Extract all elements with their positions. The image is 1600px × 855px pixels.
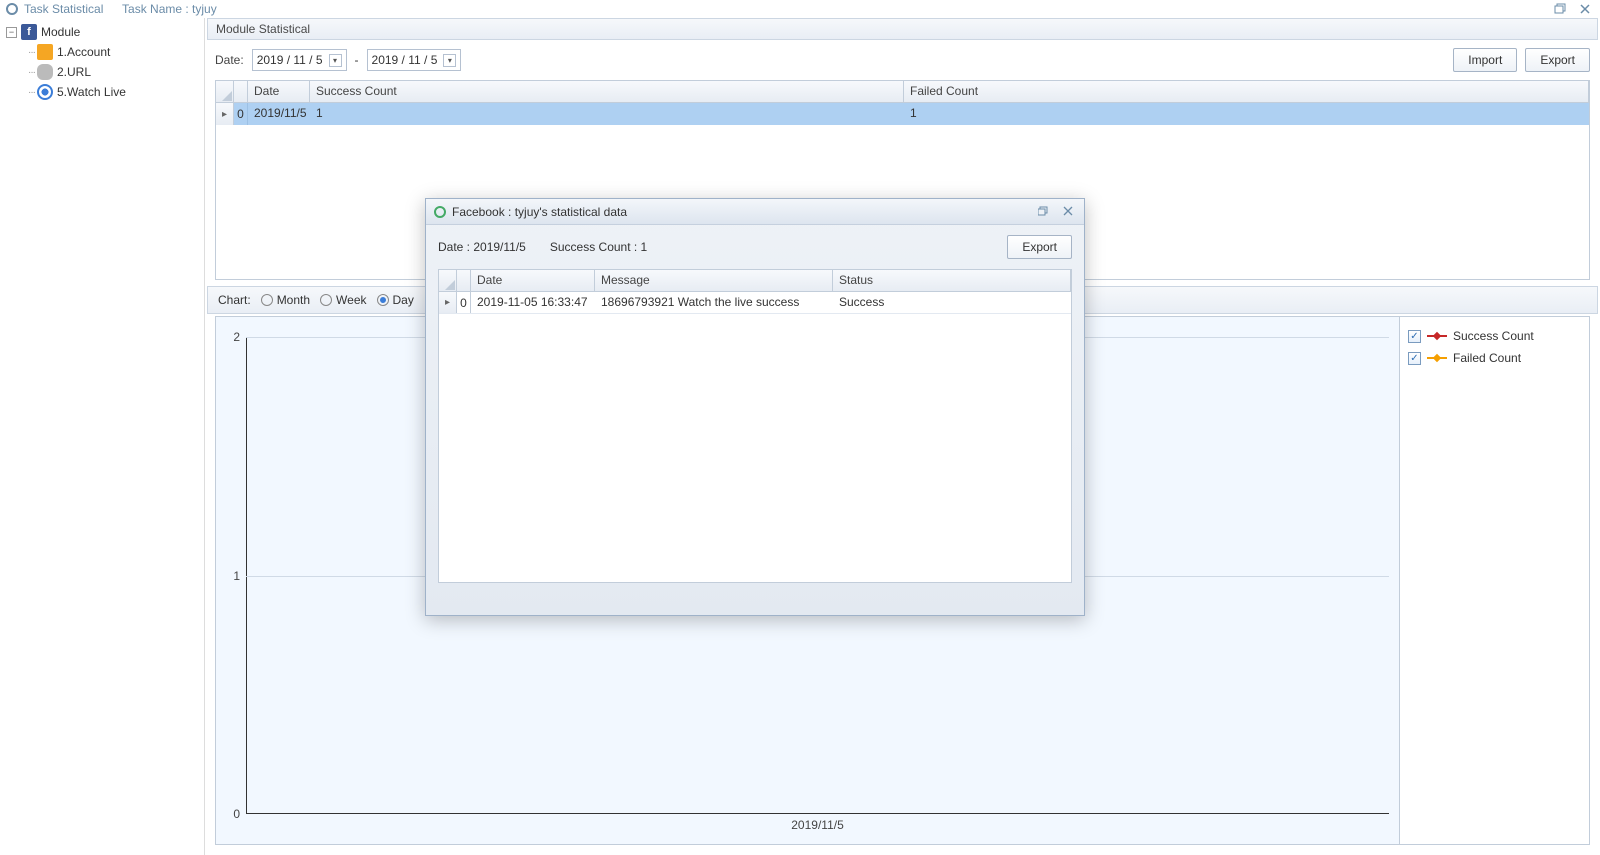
row-indicator-icon: ▸ bbox=[216, 103, 234, 125]
date-to-picker[interactable]: 2019 / 11 / 5 ▾ bbox=[367, 49, 462, 71]
legend-item-failed[interactable]: ✓ Failed Count bbox=[1408, 347, 1581, 369]
col-message[interactable]: Message bbox=[595, 270, 833, 291]
cell-date: 2019-11-05 16:33:47 bbox=[471, 292, 595, 313]
task-name-label: Task Name : tyjuy bbox=[122, 2, 217, 16]
chart-legend: ✓ Success Count ✓ Failed Count bbox=[1399, 317, 1589, 844]
table-row[interactable]: ▸ 0 2019-11-05 16:33:47 18696793921 Watc… bbox=[439, 292, 1071, 314]
link-icon bbox=[37, 64, 53, 80]
cell-success: 1 bbox=[310, 103, 904, 125]
account-icon bbox=[37, 44, 53, 60]
live-icon bbox=[37, 84, 53, 100]
cell-date: 2019/11/5 bbox=[248, 103, 310, 125]
dialog-title: Facebook : tyjuy's statistical data bbox=[452, 205, 627, 219]
checkbox-icon[interactable]: ✓ bbox=[1408, 330, 1421, 343]
x-axis bbox=[246, 813, 1389, 814]
row-index: 0 bbox=[457, 292, 471, 313]
dropdown-icon[interactable]: ▾ bbox=[443, 54, 456, 67]
y-tick: 0 bbox=[233, 807, 240, 821]
tree-collapse-icon[interactable]: − bbox=[6, 27, 17, 38]
facebook-icon: f bbox=[21, 24, 37, 40]
detail-grid[interactable]: Date Message Status ▸ 0 2019-11-05 16:33… bbox=[438, 269, 1072, 583]
dialog-info-bar: Date : 2019/11/5 Success Count : 1 Expor… bbox=[426, 225, 1084, 269]
y-tick: 1 bbox=[233, 569, 240, 583]
col-failed[interactable]: Failed Count bbox=[904, 81, 1589, 102]
detail-dialog[interactable]: Facebook : tyjuy's statistical data Date… bbox=[425, 198, 1085, 616]
date-from-value: 2019 / 11 / 5 bbox=[257, 53, 323, 67]
dialog-date: Date : 2019/11/5 bbox=[438, 240, 526, 254]
series-marker-icon bbox=[1427, 357, 1447, 359]
grid-rownum-header bbox=[457, 270, 471, 291]
date-to-value: 2019 / 11 / 5 bbox=[372, 53, 438, 67]
dropdown-icon[interactable]: ▾ bbox=[329, 54, 342, 67]
tree-item-label: 5.Watch Live bbox=[57, 85, 126, 99]
tree-item-url[interactable]: ··· 2.URL bbox=[0, 62, 204, 82]
row-indicator-icon: ▸ bbox=[439, 292, 457, 313]
col-status[interactable]: Status bbox=[833, 270, 1071, 291]
grid-header: Date Success Count Failed Count bbox=[216, 81, 1589, 103]
grid-rownum-header bbox=[234, 81, 248, 102]
app-icon bbox=[6, 3, 18, 15]
dialog-close-icon[interactable] bbox=[1060, 205, 1076, 219]
radio-month[interactable]: Month bbox=[261, 293, 310, 307]
grid-corner bbox=[439, 270, 457, 291]
radio-week[interactable]: Week bbox=[320, 293, 366, 307]
row-index: 0 bbox=[234, 103, 248, 125]
tree-branch-icon: ··· bbox=[28, 87, 35, 98]
checkbox-icon[interactable]: ✓ bbox=[1408, 352, 1421, 365]
table-row[interactable]: ▸ 0 2019/11/5 1 1 bbox=[216, 103, 1589, 125]
x-tick: 2019/11/5 bbox=[791, 818, 844, 832]
legend-label: Success Count bbox=[1453, 329, 1534, 343]
dialog-export-button[interactable]: Export bbox=[1007, 235, 1072, 259]
tree-item-label: 2.URL bbox=[57, 65, 91, 79]
tree-item-watch-live[interactable]: ··· 5.Watch Live bbox=[0, 82, 204, 102]
dialog-titlebar[interactable]: Facebook : tyjuy's statistical data bbox=[426, 199, 1084, 225]
app-title: Task Statistical bbox=[24, 2, 103, 16]
tree-root-label: Module bbox=[41, 25, 80, 39]
legend-label: Failed Count bbox=[1453, 351, 1521, 365]
grid-header: Date Message Status bbox=[439, 270, 1071, 292]
tree-branch-icon: ··· bbox=[28, 47, 35, 58]
import-button[interactable]: Import bbox=[1453, 48, 1517, 72]
col-date[interactable]: Date bbox=[471, 270, 595, 291]
window-close-icon[interactable] bbox=[1576, 2, 1594, 16]
grid-corner bbox=[216, 81, 234, 102]
dialog-success-count: Success Count : 1 bbox=[550, 240, 647, 254]
date-toolbar: Date: 2019 / 11 / 5 ▾ - 2019 / 11 / 5 ▾ … bbox=[205, 40, 1600, 80]
export-button[interactable]: Export bbox=[1525, 48, 1590, 72]
col-date[interactable]: Date bbox=[248, 81, 310, 102]
tree-item-label: 1.Account bbox=[57, 45, 110, 59]
cell-message: 18696793921 Watch the live success bbox=[595, 292, 833, 313]
section-header: Module Statistical bbox=[207, 18, 1598, 40]
legend-item-success[interactable]: ✓ Success Count bbox=[1408, 325, 1581, 347]
section-title: Module Statistical bbox=[216, 22, 310, 36]
date-separator: - bbox=[355, 53, 359, 67]
cell-failed: 1 bbox=[904, 103, 1589, 125]
date-from-picker[interactable]: 2019 / 11 / 5 ▾ bbox=[252, 49, 347, 71]
series-marker-icon bbox=[1427, 335, 1447, 337]
chart-label: Chart: bbox=[218, 293, 251, 307]
tree-item-account[interactable]: ··· 1.Account bbox=[0, 42, 204, 62]
app-icon bbox=[434, 206, 446, 218]
window-restore-icon[interactable] bbox=[1552, 2, 1570, 16]
module-tree: − f Module ··· 1.Account ··· 2.URL ··· 5… bbox=[0, 18, 205, 855]
dialog-restore-icon[interactable] bbox=[1036, 205, 1052, 219]
y-tick: 2 bbox=[233, 330, 240, 344]
col-success[interactable]: Success Count bbox=[310, 81, 904, 102]
date-label: Date: bbox=[215, 53, 244, 67]
window-titlebar: Task Statistical Task Name : tyjuy bbox=[0, 0, 1600, 18]
tree-branch-icon: ··· bbox=[28, 67, 35, 78]
radio-day[interactable]: Day bbox=[377, 293, 414, 307]
tree-root-module[interactable]: − f Module bbox=[0, 22, 204, 42]
cell-status: Success bbox=[833, 292, 1071, 313]
